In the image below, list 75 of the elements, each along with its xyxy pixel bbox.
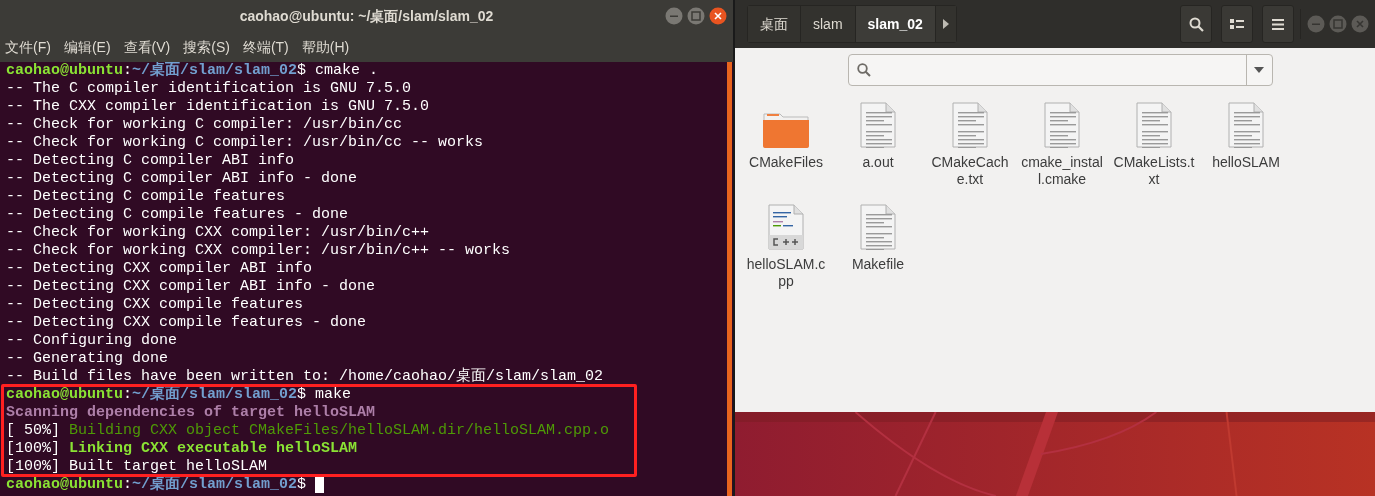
path-tab[interactable]: 桌面 xyxy=(748,6,801,42)
terminal-text: -- The CXX compiler identification is GNU 7.5.0 xyxy=(6,98,430,116)
text-file-icon xyxy=(860,102,896,148)
terminal-text: [100%] Built target helloSLAM xyxy=(6,458,268,476)
terminal-text: -- Detecting CXX compiler ABI info - done xyxy=(6,278,376,296)
terminal-text: : xyxy=(123,476,133,494)
terminal-text: -- Detecting C compile features xyxy=(6,188,286,206)
terminal-text: $ xyxy=(297,476,308,494)
file-name[interactable]: helloSLAM xyxy=(1205,154,1287,171)
terminal-text: -- Detecting C compile features - done xyxy=(6,206,349,224)
terminal-text: -- Check for working CXX compiler: /usr/bin/c++ -- works xyxy=(6,242,511,260)
terminal-text: -- Detecting C compiler ABI info - done xyxy=(6,170,358,188)
terminal-text: $ cmake . xyxy=(297,62,379,80)
text-file-icon xyxy=(1228,102,1264,148)
terminal-text: Scanning dependencies of target helloSLAM xyxy=(6,404,376,422)
terminal-text: : xyxy=(123,62,133,80)
terminal-text: [100%] xyxy=(6,440,61,458)
file-name[interactable]: helloSLAM.cpp xyxy=(745,256,827,290)
window-title: caohao@ubuntu: ~/桌面/slam/slam_02 xyxy=(239,7,494,26)
list-icon xyxy=(1230,18,1244,30)
terminal-text: caohao@ubuntu xyxy=(6,476,124,494)
terminal-text: -- Configuring done xyxy=(6,332,178,350)
folder-icon xyxy=(763,110,809,148)
terminal-text: ~/桌面/slam/slam_02 xyxy=(132,62,298,80)
search-icon xyxy=(856,63,871,77)
terminal-text: : xyxy=(123,386,133,404)
menu-item[interactable]: 编辑(E) xyxy=(63,37,111,58)
search-button[interactable] xyxy=(1180,5,1212,43)
terminal-text: Building CXX object CMakeFiles/helloSLAM.dir/helloSLAM.cpp.o xyxy=(69,422,610,440)
menu-icon xyxy=(1272,18,1284,30)
maximize-icon[interactable] xyxy=(1329,15,1347,33)
terminal-text: [ 50%] xyxy=(6,422,61,440)
minimize-icon[interactable] xyxy=(1307,15,1325,33)
menu-item[interactable]: 搜索(S) xyxy=(183,37,230,58)
terminal-text: -- The C compiler identification is GNU 7.5.0 xyxy=(6,80,412,98)
search-icon xyxy=(1188,16,1204,32)
terminal-text: -- Detecting CXX compile features - done xyxy=(6,314,367,332)
minimize-icon[interactable] xyxy=(665,7,683,25)
terminal-text: -- Check for working CXX compiler: /usr/bin/c++ xyxy=(6,224,430,242)
search-field[interactable] xyxy=(847,54,1273,86)
close-icon[interactable] xyxy=(709,7,727,25)
text-file-icon xyxy=(860,204,896,250)
text-file-icon xyxy=(1136,102,1172,148)
menu-item[interactable]: 查看(V) xyxy=(123,37,171,58)
menu-item[interactable]: 终端(T) xyxy=(242,37,289,58)
text-file-icon xyxy=(952,102,988,148)
cpp-file-icon xyxy=(768,204,804,250)
terminal-text: -- Check for working C compiler: /usr/bin/cc xyxy=(6,116,403,134)
file-name[interactable]: cmake_install.cmake xyxy=(1021,154,1103,188)
terminal-text: $ make xyxy=(297,386,352,404)
terminal-text: Linking CXX executable helloSLAM xyxy=(69,440,358,458)
path-tab[interactable]: slam xyxy=(801,6,856,42)
scrollbar[interactable] xyxy=(727,62,732,496)
file-name[interactable]: Makefile xyxy=(837,256,919,273)
terminal-text: -- Detecting C compiler ABI info xyxy=(6,152,295,170)
file-name[interactable]: a.out xyxy=(837,154,919,171)
file-name[interactable]: CMakeFiles xyxy=(745,154,827,171)
text-file-icon xyxy=(1044,102,1080,148)
terminal-text: caohao@ubuntu xyxy=(6,62,124,80)
terminal-text: caohao@ubuntu xyxy=(6,386,124,404)
view-list-button[interactable] xyxy=(1221,5,1253,43)
scroll-right-button[interactable] xyxy=(935,6,956,42)
file-name[interactable]: CMakeLists.txt xyxy=(1113,154,1195,188)
menu-item[interactable]: 文件(F) xyxy=(5,37,51,58)
caret-icon xyxy=(942,19,949,29)
file-name[interactable]: CMakeCache.txt xyxy=(929,154,1011,188)
menu-button[interactable] xyxy=(1262,5,1294,43)
path-tab[interactable]: slam_02 xyxy=(855,6,936,42)
terminal-text: -- Check for working C compiler: /usr/bin/cc -- works xyxy=(6,134,484,152)
terminal-text: -- Detecting CXX compiler ABI info xyxy=(6,260,313,278)
menu-item[interactable]: 帮助(H) xyxy=(301,37,350,58)
dropdown-caret-icon xyxy=(1254,67,1264,73)
terminal-text: -- Generating done xyxy=(6,350,169,368)
terminal-text: -- Detecting CXX compile features xyxy=(6,296,304,314)
terminal-text: -- Build files have been written to: /home/caohao/桌面/slam/slam_02 xyxy=(6,368,604,386)
